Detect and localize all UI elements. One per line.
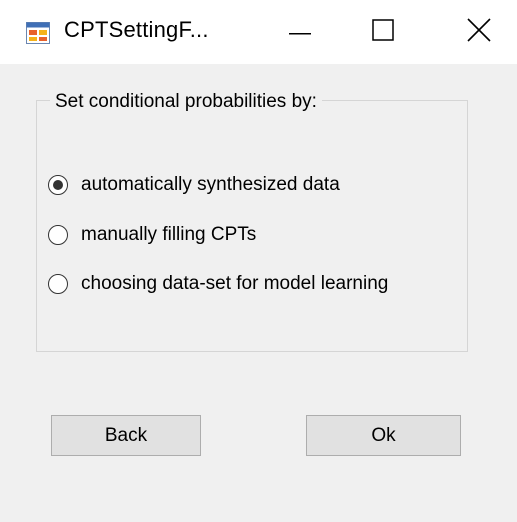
maximize-icon bbox=[372, 18, 394, 46]
dialog-window: CPTSettingF... Set conditional probabili… bbox=[0, 0, 517, 522]
groupbox-label: Set conditional probabilities by: bbox=[50, 91, 322, 113]
radio-selected-dot bbox=[53, 180, 63, 190]
option-synthesized-data[interactable]: automatically synthesized data bbox=[48, 171, 340, 199]
option-label[interactable]: automatically synthesized data bbox=[81, 174, 340, 196]
app-form-icon bbox=[26, 22, 50, 44]
option-label[interactable]: manually filling CPTs bbox=[81, 224, 256, 246]
title-bar[interactable]: CPTSettingF... bbox=[0, 0, 517, 64]
option-label[interactable]: choosing data-set for model learning bbox=[81, 273, 388, 295]
minimize-button[interactable] bbox=[262, 0, 338, 64]
maximize-button[interactable] bbox=[345, 0, 421, 64]
close-button[interactable] bbox=[441, 0, 517, 64]
radio-button[interactable] bbox=[48, 225, 68, 245]
option-dataset-learning[interactable]: choosing data-set for model learning bbox=[48, 270, 388, 298]
close-icon bbox=[467, 17, 491, 47]
ok-button[interactable]: Ok bbox=[306, 415, 461, 456]
option-manual-cpts[interactable]: manually filling CPTs bbox=[48, 221, 256, 249]
minimize-icon bbox=[289, 23, 311, 41]
radio-button[interactable] bbox=[48, 274, 68, 294]
back-button[interactable]: Back bbox=[51, 415, 201, 456]
window-title: CPTSettingF... bbox=[64, 17, 209, 42]
radio-button-checked[interactable] bbox=[48, 175, 68, 195]
